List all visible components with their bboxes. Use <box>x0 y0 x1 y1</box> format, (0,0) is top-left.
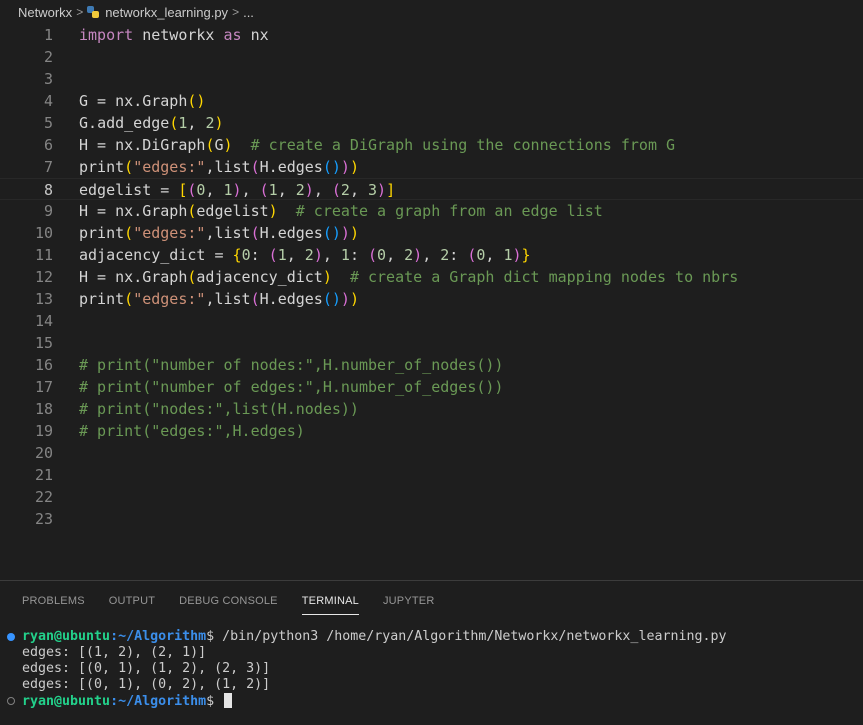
command-pending-dot-icon[interactable] <box>7 697 15 705</box>
terminal-user: ryan@ubuntu <box>22 629 111 644</box>
breadcrumb-file-label: networkx_learning.py <box>105 4 229 20</box>
code-line[interactable]: 6 H = nx.DiGraph(G) # create a DiGraph us… <box>0 134 863 156</box>
line-number: 9 <box>43 202 53 220</box>
line-code: # print("edges:",H.edges) <box>79 422 305 440</box>
line-code: G.add_edge(1, 2) <box>79 114 224 132</box>
line-code: G = nx.Graph() <box>79 92 206 110</box>
code-line[interactable]: 10 print("edges:",list(H.edges())) <box>0 222 863 244</box>
tab-debug-console[interactable]: DEBUG CONSOLE <box>179 594 278 614</box>
tab-problems[interactable]: PROBLEMS <box>22 594 85 614</box>
line-code: # print("nodes:",list(H.nodes)) <box>79 400 359 418</box>
breadcrumb-folder[interactable]: Networkx <box>18 5 72 20</box>
line-code: import networkx as nx <box>79 26 269 44</box>
line-code: # print("number of nodes:",H.number_of_n… <box>79 356 504 374</box>
line-number: 13 <box>34 290 53 308</box>
code-line[interactable]: 1 import networkx as nx <box>0 24 863 46</box>
code-line[interactable]: 4 G = nx.Graph() <box>0 90 863 112</box>
line-code: H = nx.DiGraph(G) # create a DiGraph usi… <box>79 136 676 154</box>
line-code: H = nx.Graph(adjacency_dict) # create a … <box>79 268 739 286</box>
tab-terminal[interactable]: TERMINAL <box>301 594 359 615</box>
line-number: 7 <box>43 158 53 176</box>
code-line[interactable]: 19 # print("edges:",H.edges) <box>0 420 863 442</box>
code-line[interactable]: 9 H = nx.Graph(edgelist) # create a graph… <box>0 200 863 222</box>
line-code: adjacency_dict = {0: (1, 2), 1: (0, 2), … <box>79 246 531 264</box>
code-line[interactable]: 11 adjacency_dict = {0: (1, 2), 1: (0, 2)… <box>0 244 863 266</box>
chevron-right-icon: > <box>76 5 84 19</box>
chevron-right-icon: > <box>232 5 240 19</box>
code-line[interactable]: 15 <box>0 332 863 354</box>
line-number: 17 <box>34 378 53 396</box>
breadcrumb-more[interactable]: ... <box>243 5 254 20</box>
terminal-command: /bin/python3 /home/ryan/Algorithm/Networ… <box>214 629 727 644</box>
tab-jupyter[interactable]: JUPYTER <box>383 594 435 614</box>
panel-tabs: PROBLEMS OUTPUT DEBUG CONSOLE TERMINAL JUPYT… <box>22 594 458 615</box>
code-line[interactable]: 7 print("edges:",list(H.edges())) <box>0 156 863 178</box>
code-line[interactable]: 3 <box>0 68 863 90</box>
line-number: 3 <box>43 70 53 88</box>
terminal-cwd: :~/Algorithm <box>110 694 207 709</box>
python-icon <box>87 6 100 18</box>
code-line[interactable]: 20 <box>0 442 863 464</box>
line-number: 1 <box>43 26 53 44</box>
line-number: 16 <box>34 356 53 374</box>
line-code: print("edges:",list(H.edges())) <box>79 158 359 176</box>
terminal-command-line: ryan@ubuntu:~/Algorithm$ /bin/python3 /h… <box>22 629 727 645</box>
terminal-cwd: :~/Algorithm <box>110 629 207 644</box>
line-code: H = nx.Graph(edgelist) # create a graph … <box>79 202 603 220</box>
line-number: 21 <box>34 466 53 484</box>
terminal-prompt: $ <box>206 629 215 644</box>
code-line[interactable]: 14 <box>0 310 863 332</box>
breadcrumb: Networkx > networkx_learning.py > ... <box>0 0 863 24</box>
code-line[interactable]: 13 print("edges:",list(H.edges())) <box>0 288 863 310</box>
code-line[interactable]: 21 <box>0 464 863 486</box>
line-number: 14 <box>34 312 53 330</box>
terminal-prompt-line: ryan@ubuntu:~/Algorithm$ <box>22 693 233 709</box>
line-number: 11 <box>34 246 53 264</box>
code-line[interactable]: 17 # print("number of edges:",H.number_of… <box>0 376 863 398</box>
terminal-user: ryan@ubuntu <box>22 694 111 709</box>
code-line[interactable]: 22 <box>0 486 863 508</box>
code-line[interactable]: 5 G.add_edge(1, 2) <box>0 112 863 134</box>
line-number: 22 <box>34 488 53 506</box>
line-number: 23 <box>34 510 53 528</box>
code-line[interactable]: 16 # print("number of nodes:",H.number_of… <box>0 354 863 376</box>
code-line[interactable]: 12 H = nx.Graph(adjacency_dict) # create … <box>0 266 863 288</box>
line-code: edgelist = [(0, 1), (1, 2), (2, 3)] <box>79 181 396 199</box>
line-code: print("edges:",list(H.edges())) <box>79 290 359 308</box>
line-number: 20 <box>34 444 53 462</box>
terminal-cursor <box>224 693 233 708</box>
command-success-dot-icon[interactable] <box>7 633 15 641</box>
terminal-output-line: edges: [(0, 1), (0, 2), (1, 2)] <box>22 677 271 692</box>
code-line[interactable]: 18 # print("nodes:",list(H.nodes)) <box>0 398 863 420</box>
terminal-prompt: $ <box>206 694 215 709</box>
terminal-output-line: edges: [(1, 2), (2, 1)] <box>22 645 207 660</box>
line-number: 19 <box>34 422 53 440</box>
line-number: 5 <box>43 114 53 132</box>
line-code: # print("number of edges:",H.number_of_e… <box>79 378 504 396</box>
bottom-panel: PROBLEMS OUTPUT DEBUG CONSOLE TERMINAL JUPYT… <box>0 581 863 725</box>
code-line[interactable]: 8 edgelist = [(0, 1), (1, 2), (2, 3)] <box>0 178 863 200</box>
line-code: print("edges:",list(H.edges())) <box>79 224 359 242</box>
line-number: 15 <box>34 334 53 352</box>
line-number: 6 <box>43 136 53 154</box>
line-number: 2 <box>43 48 53 66</box>
line-number: 4 <box>43 92 53 110</box>
breadcrumb-file[interactable]: networkx_learning.py <box>87 5 228 20</box>
code-line[interactable]: 23 <box>0 508 863 530</box>
terminal-output-line: edges: [(0, 1), (1, 2), (2, 3)] <box>22 661 271 676</box>
line-number: 10 <box>34 224 53 242</box>
code-line[interactable]: 2 <box>0 46 863 68</box>
line-number: 18 <box>34 400 53 418</box>
line-number: 12 <box>34 268 53 286</box>
line-number: 8 <box>43 181 53 199</box>
code-editor[interactable]: 1 import networkx as nx 2 3 4 G = nx.Graph() 5… <box>0 24 863 580</box>
tab-output[interactable]: OUTPUT <box>109 594 155 614</box>
